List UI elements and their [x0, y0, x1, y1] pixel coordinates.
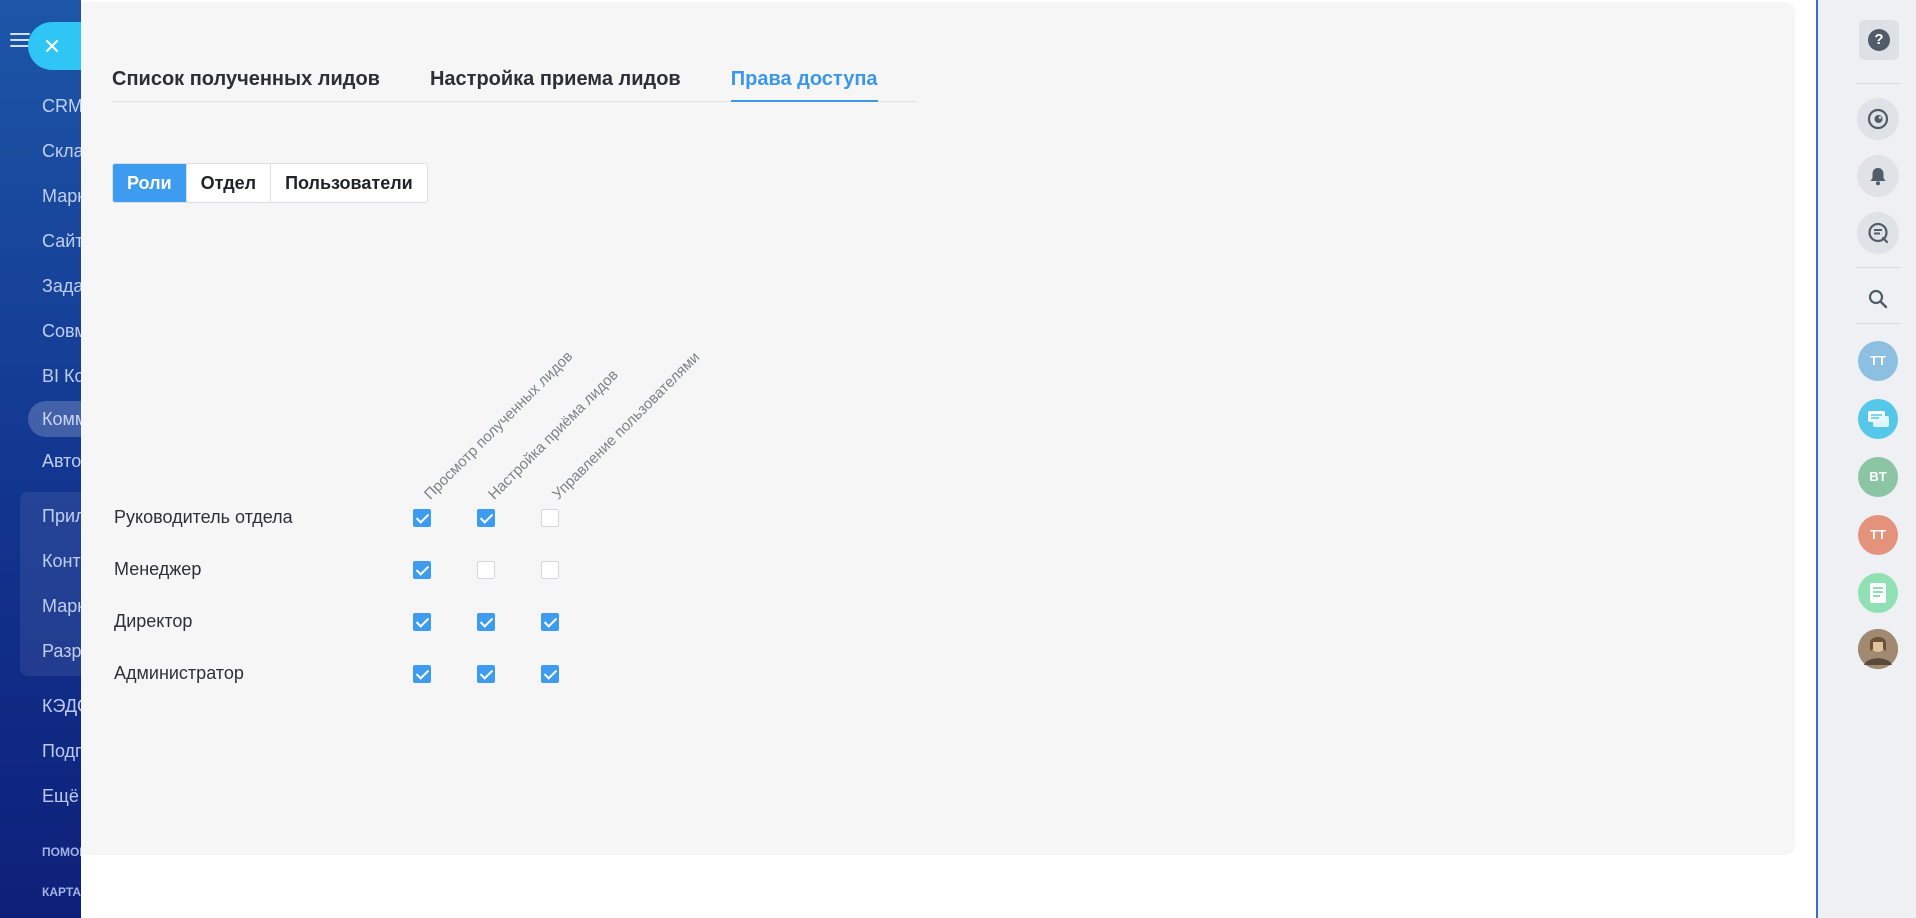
sidebar-divider [1856, 323, 1900, 324]
permission-checkbox[interactable] [541, 561, 559, 579]
slider: Список полученных лидов Настройка приема… [81, 0, 1816, 918]
access-mode-switcher: Роли Отдел Пользователи [112, 163, 428, 203]
left-menu-item[interactable]: Автоматизация [0, 439, 81, 484]
permission-checkbox[interactable] [413, 561, 431, 579]
tab-leads-settings[interactable]: Настройка приема лидов [430, 64, 681, 102]
left-menu-item[interactable]: Ещё [0, 774, 81, 819]
left-menu-item[interactable]: Маркетинг [0, 174, 81, 219]
tab-access-rights[interactable]: Права доступа [730, 64, 878, 102]
chat-search-icon[interactable] [1857, 212, 1899, 254]
left-menu-item[interactable]: Коммуникации [28, 401, 81, 437]
left-menu: CRMСкладМаркетингСайтыЗадачиСовместнаяBI… [0, 0, 81, 918]
role-label: Администратор [114, 663, 244, 683]
right-sidebar: ? TT BT TT [1816, 0, 1916, 918]
left-menu-item[interactable]: Совместная [0, 309, 81, 354]
chat-bubbles-icon[interactable] [1858, 399, 1898, 439]
role-label: Директор [114, 611, 193, 631]
left-menu-list: CRMСкладМаркетингСайтыЗадачиСовместнаяBI… [0, 84, 81, 819]
left-menu-item[interactable]: CRM [0, 84, 81, 129]
permission-checkbox[interactable] [541, 665, 559, 683]
menu-burger-icon[interactable] [10, 33, 30, 47]
users-button[interactable]: Пользователи [271, 164, 427, 202]
bell-icon[interactable] [1857, 155, 1899, 197]
column-header-lead-settings: Настройка приёма лидов [485, 366, 622, 504]
roles-button[interactable]: Роли [113, 164, 187, 202]
help-button[interactable]: ? [1859, 20, 1899, 60]
copilot-icon[interactable] [1857, 98, 1899, 140]
sidebar-divider [1856, 267, 1900, 268]
left-menu-item[interactable]: КЭДО [0, 684, 81, 729]
left-menu-item[interactable]: Сайты [0, 219, 81, 264]
tab-leads-list[interactable]: Список полученных лидов [112, 64, 380, 102]
close-icon [46, 40, 58, 52]
document-icon[interactable] [1858, 573, 1898, 613]
question-icon: ? [1868, 29, 1890, 51]
left-menu-item[interactable]: Приложения [20, 494, 81, 539]
role-label: Руководитель отдела [114, 507, 293, 527]
sidebar-divider [1856, 83, 1900, 84]
left-footer-help[interactable]: ПОМОЩЬ [42, 845, 81, 859]
permission-checkbox[interactable] [477, 561, 495, 579]
left-menu-item[interactable]: BI Конструктор [0, 354, 81, 399]
user-photo[interactable] [1858, 629, 1898, 669]
left-menu-item[interactable]: Контакт-центр [20, 539, 81, 584]
tabs: Список полученных лидов Настройка приема… [112, 64, 928, 104]
permission-checkbox[interactable] [413, 509, 431, 527]
search-icon[interactable] [1857, 278, 1899, 320]
left-footer-map[interactable]: КАРТА [42, 885, 81, 899]
content-panel: Список полученных лидов Настройка приема… [81, 2, 1795, 855]
permission-checkbox[interactable] [541, 509, 559, 527]
avatar[interactable]: TT [1858, 341, 1898, 381]
permission-checkbox[interactable] [541, 613, 559, 631]
avatar[interactable]: TT [1858, 515, 1898, 555]
avatar[interactable]: BT [1858, 457, 1898, 497]
permission-checkbox[interactable] [477, 665, 495, 683]
left-menu-item[interactable]: Подписка [0, 729, 81, 774]
left-menu-item[interactable]: Склад [0, 129, 81, 174]
department-button[interactable]: Отдел [187, 164, 272, 202]
permission-checkbox[interactable] [477, 509, 495, 527]
left-menu-item[interactable]: Разработчикам [20, 629, 81, 674]
left-menu-item[interactable]: Маркет [20, 584, 81, 629]
left-menu-group: ПриложенияКонтакт-центрМаркетРазработчик… [20, 492, 81, 676]
permission-checkbox[interactable] [413, 665, 431, 683]
permission-checkbox[interactable] [477, 613, 495, 631]
role-label: Менеджер [114, 559, 202, 579]
left-menu-item[interactable]: Задачи [0, 264, 81, 309]
permission-checkbox[interactable] [413, 613, 431, 631]
